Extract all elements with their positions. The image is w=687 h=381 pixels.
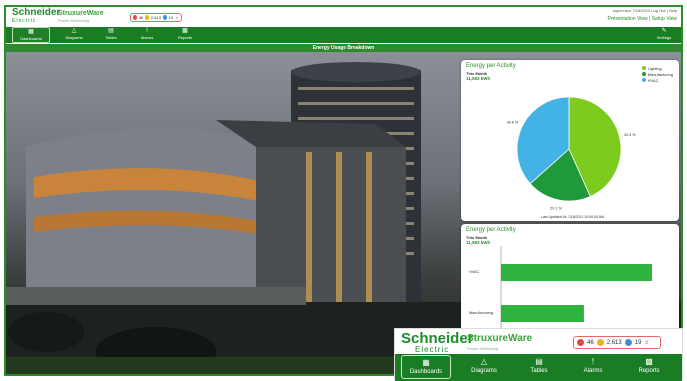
nav-dashboards[interactable]: ▦ Dashboards [12,27,50,43]
dashboards-icon: ▦ [422,358,430,367]
alarm-medium-icon [596,339,604,346]
nav-label: Tables [530,368,548,374]
alarm-medium-count: 2,613 [606,339,622,346]
bar-hvac[interactable] [501,264,652,281]
tables-icon: ▤ [108,28,114,34]
nav-label: Alarms [140,35,154,40]
last-updated: Last Updated At: 7/18/2012 10:00:00 AM [541,215,605,219]
alarm-summary[interactable]: 46 2,613 19 ♬ [130,13,182,22]
speaker-icon[interactable]: ♬ [175,15,179,20]
tables-icon: ▤ [535,357,543,366]
alarm-high-count: 46 [138,15,144,20]
overlay-nav-reports[interactable]: ▩ Reports [625,355,673,379]
overlay-nav-diagrams[interactable]: △ Diagrams [461,355,507,379]
alarm-low-count: 19 [634,339,642,346]
app-window: Schneider Electric StruxureWare Power Mo… [4,5,683,376]
alarm-high-icon [133,15,137,20]
setup-view-link[interactable]: Setup View [652,16,677,22]
alarm-high-icon [577,339,584,346]
reports-icon: ▩ [182,28,188,34]
struxureware-logo: StruxureWare Power Monitoring [58,10,104,24]
nav-tables[interactable]: ▤ Tables [94,27,128,43]
nav-label: Diagrams [65,35,83,40]
product-sub: Power Monitoring [58,18,90,23]
nav-label: Reports [177,35,192,40]
pie-label-manufacturing: 20.1 % [550,207,562,211]
alarm-medium-icon [145,15,149,20]
nav-label: Tables [105,35,117,40]
alarm-low-icon [162,15,167,20]
overlay-nav: ▦ Dashboards △ Diagrams ▤ Tables ! Alarm… [395,354,682,381]
user-line: supervisor 7/18/2012 Log Out | Help [612,8,677,13]
overlay-alarm-summary[interactable]: 46 2,613 19 ♬ [573,336,661,349]
reports-icon: ▩ [645,357,653,366]
speaker-icon[interactable]: ♬ [644,340,650,346]
alarm-low-icon [624,339,632,346]
bar-manufacturing[interactable] [501,305,584,322]
overlay-schneider-logo: Schneider Electric [401,331,474,354]
overlay-nav-tables[interactable]: ▤ Tables [517,355,561,379]
nav-settings[interactable]: ✎ Settings [651,27,677,43]
overlay-top-bar: Schneider Electric StruxureWare Power Mo… [395,329,682,354]
pie-panel: Energy per Activity This Month 11,083 kW… [461,60,679,221]
brand-name: Schneider [12,7,61,18]
nav-label: Dashboards [20,36,42,41]
nav-alarms[interactable]: ! Alarms [130,27,164,43]
alarm-low-count: 19 [168,15,173,20]
schneider-logo: Schneider Electric [12,7,61,25]
nav-label: Reports [638,368,660,374]
diagrams-icon: △ [71,28,77,34]
overlay-nav-alarms[interactable]: ! Alarms [571,355,615,379]
pie-label-lighting: 43.3 % [624,133,636,137]
overlay-product-name: StruxureWare [467,333,533,344]
bar-label-manufacturing: Manufacturing [469,311,493,315]
settings-icon: ✎ [661,28,667,34]
dashboards-icon: ▦ [28,29,34,35]
nav-label: Settings [656,35,672,40]
alarms-icon: ! [146,28,148,34]
alarm-high-count: 46 [587,339,594,346]
overlay-brand-tagline: Electric [415,345,450,354]
nav-label: Alarms [583,368,603,374]
user-info: supervisor 7/18/2012 Log Out | Help Pres… [607,8,678,22]
alarms-icon: ! [591,357,595,366]
main-nav: ▦ Dashboards △ Diagrams ▤ Tables ! Alarm… [6,27,681,43]
alarm-medium-count: 2,613 [150,15,161,20]
nav-diagrams[interactable]: △ Diagrams [56,27,92,43]
overlay-struxureware-logo: StruxureWare Power Monitoring [467,334,532,354]
overlay-product-sub: Power Monitoring [467,346,499,351]
nav-reports[interactable]: ▩ Reports [168,27,202,43]
pie-label-hvac: 36.6 % [506,121,518,125]
product-name: StruxureWare [58,10,104,17]
bar-label-hvac: HVAC [469,270,480,274]
header-zoom-overlay: Schneider Electric StruxureWare Power Mo… [394,328,683,381]
nav-label: Diagrams [471,368,497,374]
overlay-nav-dashboards[interactable]: ▦ Dashboards [401,355,451,379]
brand-tagline: Electric [12,18,37,24]
top-bar: Schneider Electric StruxureWare Power Mo… [6,7,681,26]
page-title: Energy Usage Breakdown [6,44,681,52]
nav-label: Dashboards [409,369,443,375]
pie-chart: 43.3 % 20.1 % 36.6 % [506,96,636,211]
diagrams-icon: △ [480,357,488,366]
presentation-view-link[interactable]: Presentation View [608,16,648,22]
